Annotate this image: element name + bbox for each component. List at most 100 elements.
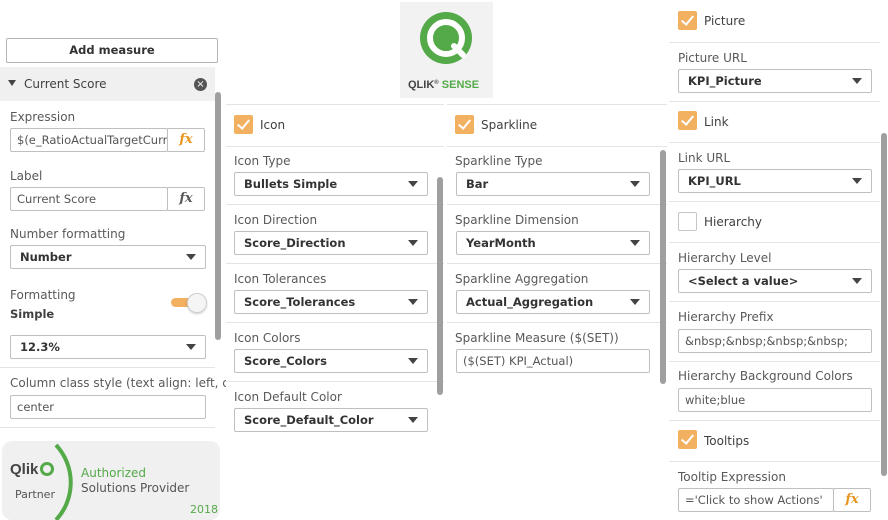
divider [226,104,444,105]
scrollbar[interactable] [660,150,666,384]
label-fx-button[interactable]: fx [167,187,205,211]
chevron-down-icon [630,240,640,246]
link-url-label: Link URL [678,151,731,165]
divider [669,101,880,102]
sparkline-aggregation-dropdown[interactable]: Actual_Aggregation [456,290,650,314]
icon-tolerances-label: Icon Tolerances [234,272,327,286]
scrollbar[interactable] [215,92,221,340]
sparkline-checkbox[interactable] [455,115,474,134]
divider [226,381,444,382]
remove-measure-icon[interactable]: × [194,78,207,91]
icon-default-color-value: Score_Default_Color [244,413,374,427]
divider [447,104,667,105]
chevron-down-icon [186,344,196,350]
divider [669,142,880,143]
logo-qlik: QLIK [408,79,435,91]
divider [447,263,667,264]
tooltip-fx-button[interactable]: fx [833,488,871,512]
sparkline-type-dropdown[interactable]: Bar [456,172,650,196]
divider [447,322,667,323]
tooltip-expression-input[interactable]: ='Click to show Actions' [678,488,834,512]
picture-url-label: Picture URL [678,51,747,65]
chevron-down-icon [186,254,196,260]
hierarchy-prefix-input[interactable]: &nbsp;&nbsp;&nbsp;&nbsp; [678,329,872,353]
tooltips-checkbox[interactable] [678,430,697,449]
icon-type-dropdown[interactable]: Bullets Simple [234,172,428,196]
partner-brand: Qlik [10,461,39,478]
divider [447,146,667,147]
hierarchy-prefix-label: Hierarchy Prefix [678,310,774,324]
link-checkbox[interactable] [678,111,697,130]
icon-tolerances-dropdown[interactable]: Score_Tolerances [234,290,428,314]
qlik-q-icon [40,462,55,476]
icon-checkbox[interactable] [234,115,253,134]
sparkline-dimension-value: YearMonth [466,236,536,250]
icon-direction-value: Score_Direction [244,236,346,250]
chevron-down-icon [408,358,418,364]
chevron-down-icon [408,240,418,246]
chevron-down-icon [852,278,862,284]
sparkline-aggregation-value: Actual_Aggregation [466,295,594,309]
measure-header[interactable]: Current Score × [0,67,215,101]
partner-qlik-logo: Qlik [10,461,55,478]
sparkline-checkbox-label: Sparkline [481,118,538,132]
divider [226,146,444,147]
number-formatting-dropdown[interactable]: Number [10,245,206,269]
sparkline-aggregation-label: Sparkline Aggregation [455,272,589,286]
icon-default-color-dropdown[interactable]: Score_Default_Color [234,408,428,432]
add-measure-button[interactable]: Add measure [6,38,218,63]
divider [669,420,880,421]
icon-tolerances-value: Score_Tolerances [244,295,356,309]
hierarchy-level-value: <Select a value> [688,274,799,288]
qlik-sense-logo: QLIK® SENSE [400,2,493,98]
formatting-label: Formatting [10,288,76,302]
picture-checkbox-label: Picture [704,14,746,28]
divider [447,204,667,205]
divider [669,242,880,243]
hierarchy-bg-colors-input[interactable]: white;blue [678,388,872,412]
icon-direction-dropdown[interactable]: Score_Direction [234,231,428,255]
hierarchy-level-dropdown[interactable]: <Select a value> [678,269,872,293]
divider [226,263,444,264]
partner-badge: Qlik Partner Authorized Solutions Provid… [2,441,220,520]
expression-fx-button[interactable]: fx [167,128,205,152]
column-class-input[interactable]: center [10,395,206,419]
partner-line2: Solutions Provider [81,481,190,495]
divider [669,301,880,302]
sparkline-dimension-dropdown[interactable]: YearMonth [456,231,650,255]
formatting-toggle[interactable] [171,293,207,313]
icon-panel: Icon Icon Type Bullets Simple Icon Direc… [226,104,444,440]
column-class-label: Column class style (text align: left, ce… [10,376,248,390]
icon-direction-label: Icon Direction [234,213,318,227]
label-label: Label [10,169,43,183]
hierarchy-checkbox-label: Hierarchy [704,215,763,229]
collapse-triangle-icon[interactable] [8,80,16,86]
label-input[interactable]: Current Score [10,187,168,211]
picture-url-dropdown[interactable]: KPI_Picture [678,69,872,93]
tooltip-expression-label: Tooltip Expression [678,470,786,484]
logo-sense: SENSE [441,79,480,91]
hierarchy-bg-colors-label: Hierarchy Background Colors [678,369,853,383]
link-url-value: KPI_URL [688,174,741,188]
measure-title: Current Score [24,77,107,91]
formatting-pattern-dropdown[interactable]: 12.3% [10,335,206,359]
expression-input[interactable]: $(e_RatioActualTargetCurren [10,128,168,152]
link-url-dropdown[interactable]: KPI_URL [678,169,872,193]
picture-checkbox[interactable] [678,11,697,30]
number-formatting-label: Number formatting [10,227,126,241]
number-formatting-value: Number [20,250,72,264]
scrollbar[interactable] [437,177,443,395]
icon-checkbox-label: Icon [260,118,286,132]
icon-type-label: Icon Type [234,154,291,168]
icon-colors-label: Icon Colors [234,331,301,345]
sparkline-measure-label: Sparkline Measure ($(SET)) [455,331,619,345]
scrollbar[interactable] [881,133,887,476]
icon-colors-dropdown[interactable]: Score_Colors [234,349,428,373]
divider [669,361,880,362]
divider [669,461,880,462]
chevron-down-icon [408,417,418,423]
toggle-knob [187,293,207,313]
hierarchy-checkbox[interactable] [678,212,697,231]
sparkline-measure-input[interactable]: ($(SET) KPI_Actual) [456,349,650,373]
chevron-down-icon [408,181,418,187]
